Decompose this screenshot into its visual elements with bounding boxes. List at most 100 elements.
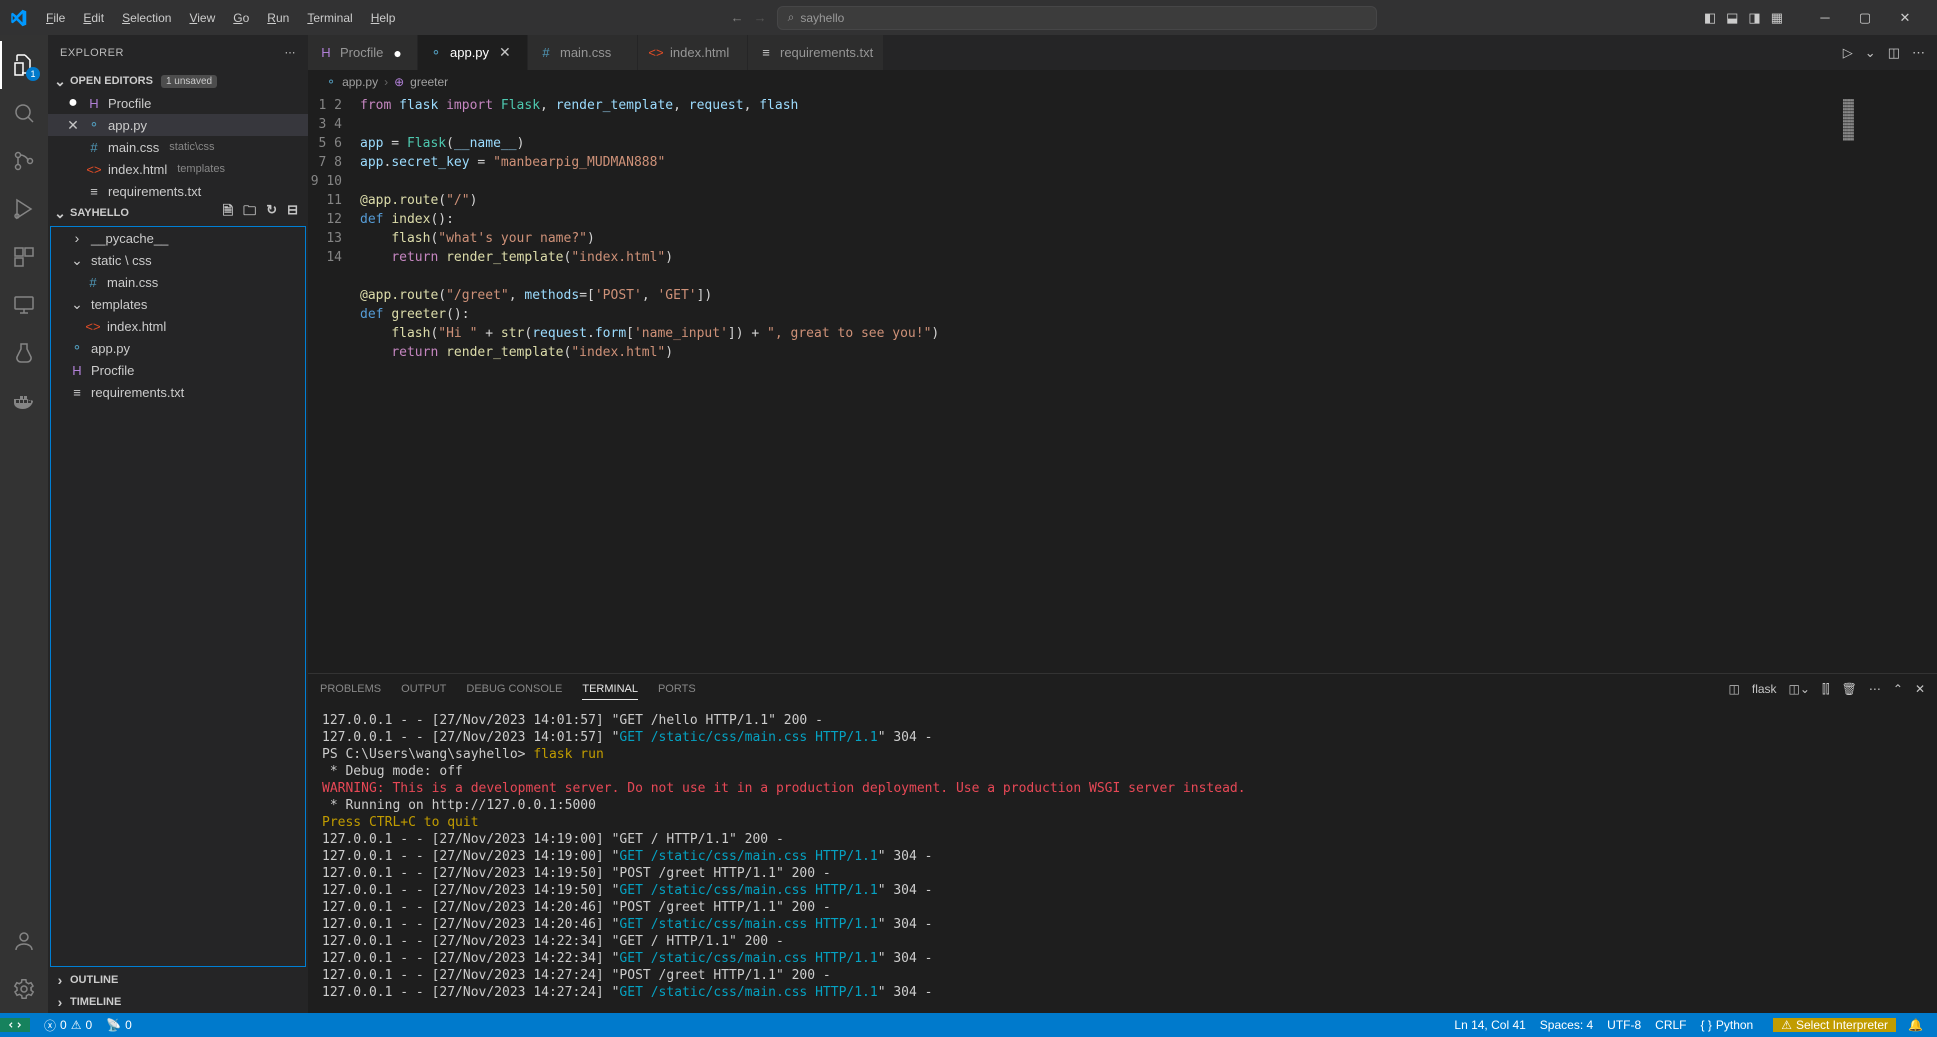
panel-tab-terminal[interactable]: TERMINAL: [582, 679, 638, 700]
menu-help[interactable]: Help: [363, 7, 404, 29]
explorer-sidebar: EXPLORER ⋯ ⌄ OPEN EDITORS 1 unsaved ●HPr…: [48, 35, 308, 1013]
menu-view[interactable]: View: [181, 7, 223, 29]
file-item[interactable]: <>index.html: [51, 315, 305, 337]
menu-selection[interactable]: Selection: [114, 7, 179, 29]
status-language[interactable]: { }Python: [1701, 1018, 1754, 1032]
split-editor-icon[interactable]: ◫: [1888, 45, 1900, 61]
status-eol[interactable]: CRLF: [1655, 1018, 1686, 1032]
explorer-more-icon[interactable]: ⋯: [285, 46, 297, 59]
panel-maximize-icon[interactable]: ⌃: [1893, 682, 1903, 696]
editor-tab[interactable]: <>index.html: [638, 35, 748, 70]
breadcrumb[interactable]: ⚬ app.py › ⊕ greeter: [308, 70, 1937, 94]
panel-tab-debug-console[interactable]: DEBUG CONSOLE: [466, 679, 562, 699]
code-editor[interactable]: 1 2 3 4 5 6 7 8 9 10 11 12 13 14 from fl…: [308, 94, 1837, 673]
outline-section[interactable]: › OUTLINE: [48, 969, 308, 991]
customize-layout-icon[interactable]: ▦: [1771, 10, 1783, 26]
status-spaces[interactable]: Spaces: 4: [1540, 1018, 1593, 1032]
open-editor-item[interactable]: #main.cssstatic\css: [48, 136, 308, 158]
activity-source-control[interactable]: [0, 137, 48, 185]
warning-icon: ⚠: [1781, 1018, 1792, 1032]
open-editor-item[interactable]: <>index.htmltemplates: [48, 158, 308, 180]
collapse-all-icon[interactable]: ⊟: [287, 202, 298, 224]
editor-tab[interactable]: HProcfile●: [308, 35, 418, 70]
remote-indicator[interactable]: [0, 1018, 30, 1032]
activity-search[interactable]: [0, 89, 48, 137]
activity-explorer[interactable]: 1: [0, 41, 48, 89]
file-item[interactable]: #main.css: [51, 271, 305, 293]
editor-tab[interactable]: ≡requirements.txt: [748, 35, 884, 70]
status-bar: ⓧ0 ⚠0 📡0 Ln 14, Col 41 Spaces: 4 UTF-8 C…: [0, 1013, 1937, 1037]
menu-go[interactable]: Go: [225, 7, 257, 29]
nav-back-icon[interactable]: ←: [731, 10, 744, 25]
status-cursor-pos[interactable]: Ln 14, Col 41: [1454, 1018, 1525, 1032]
refresh-icon[interactable]: ↻: [266, 202, 277, 224]
window-close-button[interactable]: ✕: [1885, 3, 1925, 33]
status-select-interpreter[interactable]: ⚠ Select Interpreter: [1773, 1018, 1896, 1032]
file-item[interactable]: ⚬app.py: [51, 337, 305, 359]
terminal-output[interactable]: 127.0.0.1 - - [27/Nov/2023 14:01:57] "GE…: [308, 704, 1937, 1013]
ports-icon: 📡: [106, 1018, 121, 1032]
unsaved-badge: 1 unsaved: [161, 75, 217, 88]
folder-item[interactable]: ⌄templates: [51, 293, 305, 315]
activity-testing[interactable]: [0, 329, 48, 377]
panel-tab-problems[interactable]: PROBLEMS: [320, 679, 381, 699]
symbol-icon: ⊕: [394, 75, 404, 89]
open-editor-item[interactable]: ●HProcfile: [48, 92, 308, 114]
search-text: sayhello: [800, 11, 844, 25]
menu-edit[interactable]: Edit: [75, 7, 112, 29]
kill-terminal-icon[interactable]: 🗑: [1842, 682, 1857, 696]
activity-accounts[interactable]: [0, 917, 48, 965]
menu-file[interactable]: File: [38, 7, 73, 29]
terminal-profile-icon[interactable]: ◫⌄: [1789, 682, 1810, 696]
split-terminal-icon[interactable]: ⫿⫿: [1822, 682, 1830, 697]
minimap[interactable]: █████████ █████████ █████████ █████████ …: [1837, 94, 1937, 673]
file-item[interactable]: ≡requirements.txt: [51, 381, 305, 403]
panel-tab-output[interactable]: OUTPUT: [401, 679, 446, 699]
new-folder-icon[interactable]: 🗀: [243, 202, 256, 224]
titlebar: FileEditSelectionViewGoRunTerminalHelp ←…: [0, 0, 1937, 35]
run-file-icon[interactable]: ▷: [1843, 45, 1853, 61]
file-item[interactable]: HProcfile: [51, 359, 305, 381]
panel-close-icon[interactable]: ✕: [1915, 682, 1925, 696]
editor-tab[interactable]: #main.css: [528, 35, 638, 70]
tab-more-icon[interactable]: ⋯: [1912, 45, 1925, 61]
status-notifications[interactable]: 🔔: [1902, 1018, 1929, 1032]
workspace-section[interactable]: ⌄ SAYHELLO 🗎 🗀 ↻ ⊟: [48, 202, 308, 224]
panel-more-icon[interactable]: ⋯: [1869, 682, 1881, 696]
open-editors-section[interactable]: ⌄ OPEN EDITORS 1 unsaved: [48, 70, 308, 92]
open-editor-item[interactable]: ≡requirements.txt: [48, 180, 308, 202]
toggle-secondary-sidebar-icon[interactable]: ◨: [1748, 10, 1760, 26]
open-editor-item[interactable]: ✕⚬app.py: [48, 114, 308, 136]
python-icon: ⚬: [326, 75, 336, 89]
command-center-search[interactable]: ⌕ sayhello: [777, 6, 1377, 30]
toggle-primary-sidebar-icon[interactable]: ◧: [1704, 10, 1716, 26]
toggle-panel-icon[interactable]: ⬓: [1726, 10, 1738, 26]
activity-docker[interactable]: [0, 377, 48, 425]
editor-tab[interactable]: ⚬app.py✕: [418, 35, 528, 70]
activity-extensions[interactable]: [0, 233, 48, 281]
activity-remote-explorer[interactable]: [0, 281, 48, 329]
window-minimize-button[interactable]: ─: [1805, 3, 1845, 33]
timeline-section[interactable]: › TIMELINE: [48, 991, 308, 1013]
status-encoding[interactable]: UTF-8: [1607, 1018, 1641, 1032]
status-errors[interactable]: ⓧ0 ⚠0: [44, 1017, 92, 1034]
activity-run-debug[interactable]: [0, 185, 48, 233]
new-file-icon[interactable]: 🗎: [223, 202, 233, 224]
folder-item[interactable]: ›__pycache__: [51, 227, 305, 249]
run-dropdown-icon[interactable]: ⌄: [1865, 45, 1876, 61]
panel-tab-ports[interactable]: PORTS: [658, 679, 696, 699]
warning-icon: ⚠: [71, 1018, 82, 1032]
nav-forward-icon: →: [754, 10, 767, 25]
status-ports[interactable]: 📡0: [106, 1018, 132, 1032]
vscode-logo-icon: [8, 8, 28, 28]
folder-item[interactable]: ⌄static \ css: [51, 249, 305, 271]
editor-area: HProcfile●⚬app.py✕#main.css<>index.html≡…: [308, 35, 1937, 1013]
terminal-name[interactable]: flask: [1752, 682, 1777, 696]
activity-bar: 1: [0, 35, 48, 1013]
menu-run[interactable]: Run: [259, 7, 297, 29]
activity-settings[interactable]: [0, 965, 48, 1013]
terminal-split-icon[interactable]: ◫: [1729, 682, 1740, 696]
window-maximize-button[interactable]: ▢: [1845, 3, 1885, 33]
menu-terminal[interactable]: Terminal: [299, 7, 360, 29]
explorer-title: EXPLORER: [60, 47, 124, 59]
